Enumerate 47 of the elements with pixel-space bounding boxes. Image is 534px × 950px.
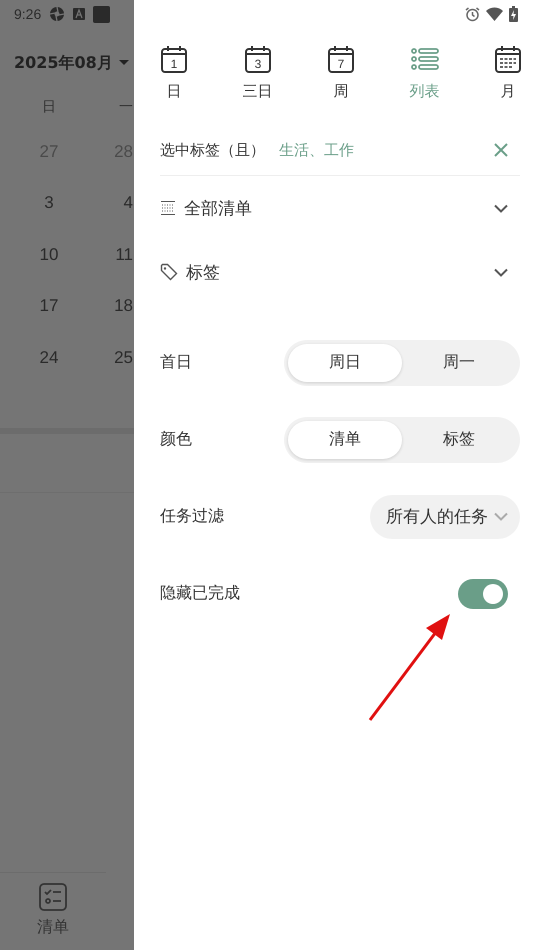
status-time: 9:26 [14,6,42,22]
section-label[interactable]: 标签 [186,260,486,284]
list-icon [160,200,176,216]
setting-label: 颜色 [160,429,192,450]
battery-icon [509,6,518,22]
calendar-day[interactable]: 18 [85,280,134,332]
close-icon[interactable] [494,143,508,157]
calendar-day[interactable]: 3 [13,178,85,229]
calendar-day[interactable]: 17 [13,280,85,332]
calendar-day[interactable]: 4 [85,178,134,229]
segment-option[interactable]: 清单 [288,420,402,458]
filter-value: 生活、工作 [279,140,355,160]
checklist-icon [39,883,67,911]
filter-dropdown[interactable]: 所有人的任务 [370,494,520,538]
calendar-day[interactable]: 10 [13,229,85,280]
caret-icon [118,60,129,66]
toggle-switch[interactable] [458,578,508,608]
calendar-day[interactable]: 11 [85,229,134,280]
alarm-icon [465,6,480,22]
calendar-day[interactable]: 24 [13,332,85,384]
segment-option[interactable]: 周一 [402,344,516,382]
nav-tab[interactable]: 清单 [0,872,106,950]
weekday-label: 日 [41,97,57,116]
view-tab[interactable]: 列表 [404,44,444,101]
tag-icon [160,263,178,281]
segment-option[interactable]: 周日 [288,344,402,382]
chevron-icon [494,268,508,276]
section-label[interactable]: 全部清单 [184,196,486,220]
segment-option[interactable]: 标签 [402,420,516,458]
view-tab[interactable]: 7 周 [321,44,361,101]
chevron-icon [494,204,508,212]
chevron-icon [494,512,508,521]
aperture-icon [49,6,66,22]
wifi-icon [486,7,503,21]
weekday-label: 一 [118,97,134,116]
filter-label: 选中标签（且） [160,140,265,160]
view-tab[interactable]: 月 [488,44,528,101]
view-tab[interactable]: 3 三日 [238,44,278,101]
setting-label: 隐藏已完成 [160,583,240,604]
setting-label: 任务过滤 [160,506,224,527]
keyboard-icon [73,8,86,20]
month-selector[interactable]: 2025年08月 [0,28,134,80]
calendar-icon [493,44,523,74]
setting-label: 首日 [160,352,192,373]
view-tab[interactable]: 1 日 [154,44,194,101]
calendar-day[interactable]: 25 [85,332,134,384]
square-icon [93,6,110,22]
